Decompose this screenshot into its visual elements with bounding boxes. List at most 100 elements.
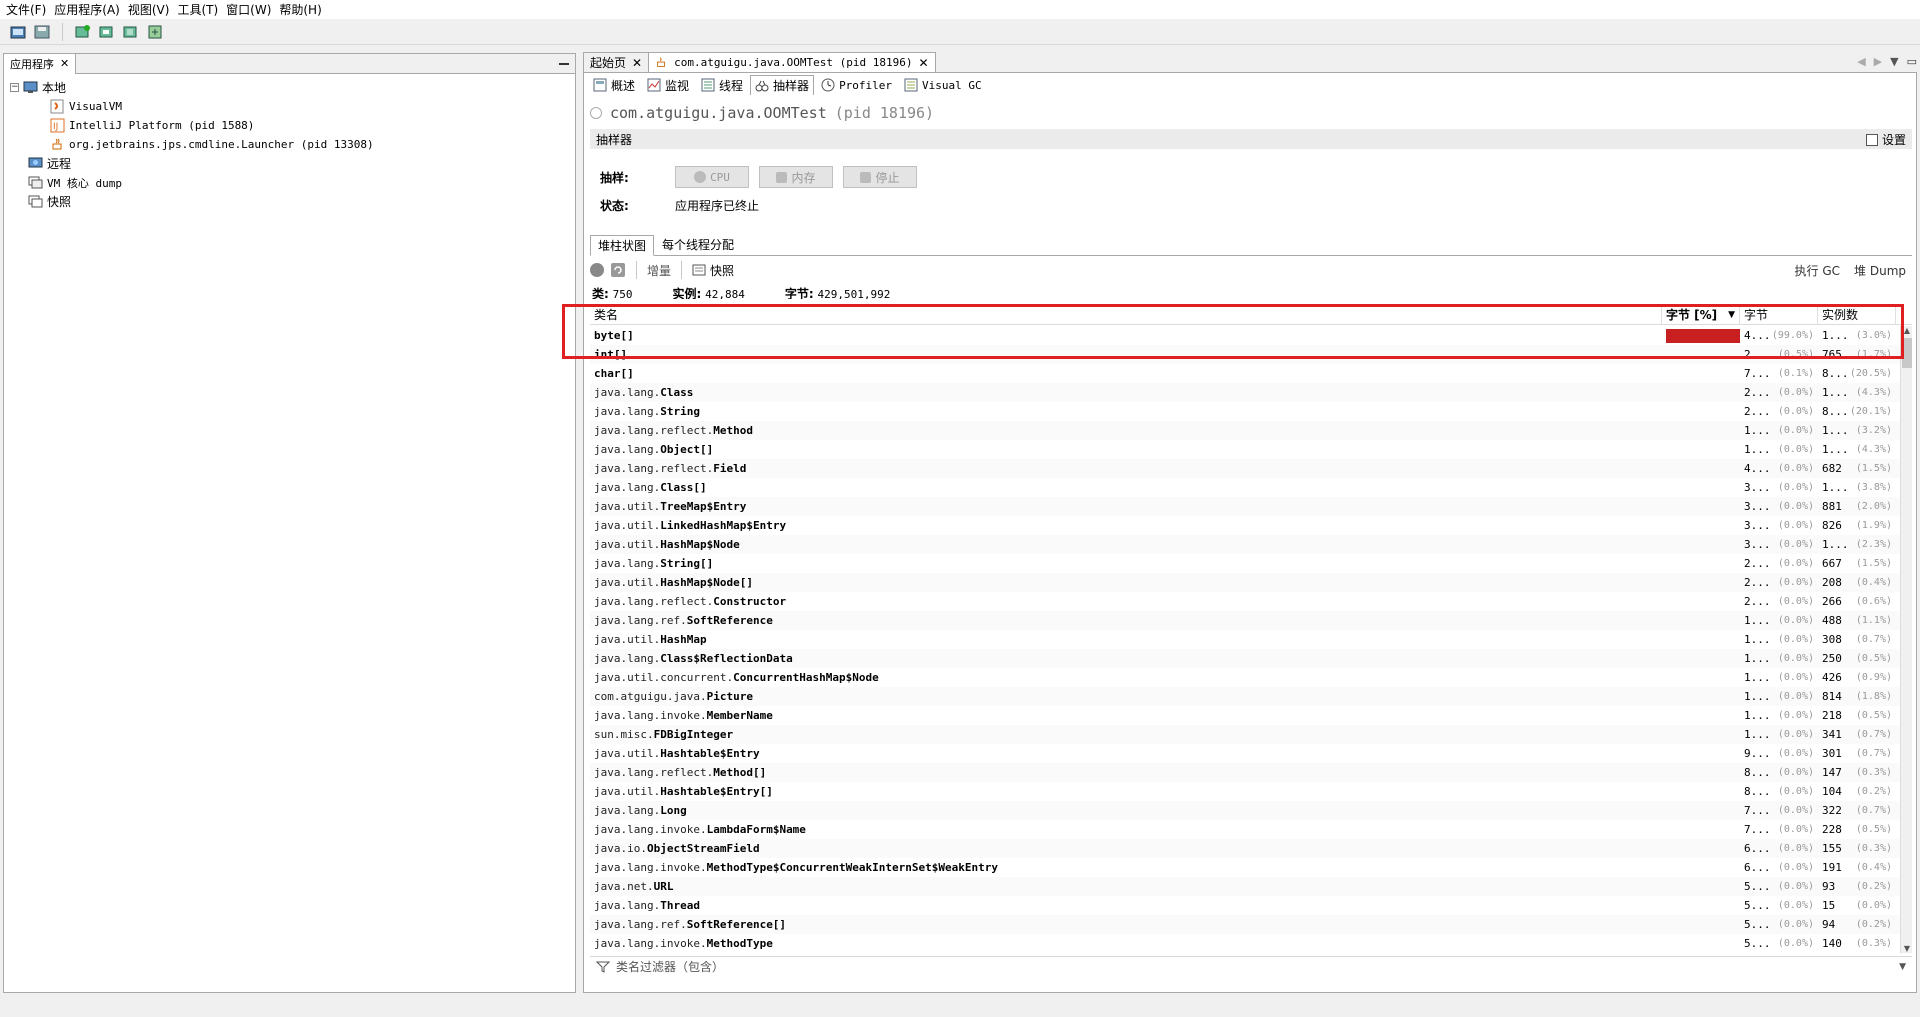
- add-jmx-button[interactable]: [73, 22, 93, 42]
- tree-node-core-dump[interactable]: VM 核心 dump: [10, 173, 575, 192]
- table-row[interactable]: java.lang. String 2... (0.0%) 8... (20.1%): [590, 402, 1900, 421]
- table-row[interactable]: java.net. URL 5... (0.0%) 93 (0.2%): [590, 877, 1900, 896]
- add-snapshot-button[interactable]: [145, 22, 165, 42]
- tree-node-visualvm[interactable]: VisualVM: [10, 97, 575, 116]
- menu-file[interactable]: 文件(F): [4, 1, 52, 18]
- load-file-button[interactable]: [8, 22, 28, 42]
- perform-gc-button[interactable]: 执行 GC: [1795, 262, 1841, 279]
- cpu-sample-button[interactable]: CPU: [675, 166, 749, 188]
- table-row[interactable]: com.atguigu.java. Picture 1... (0.0%) 814 (1.…: [590, 687, 1900, 706]
- tree-node-jps-launcher[interactable]: org.jetbrains.jps.cmdline.Launcher (pid …: [10, 135, 575, 154]
- tab-start-page[interactable]: 起始页 ✕: [583, 52, 650, 72]
- instances-cell: 8... (20.1%): [1822, 405, 1892, 418]
- table-row[interactable]: java.lang.reflect. Method[] 8... (0.0%) 147(…: [590, 763, 1900, 782]
- table-row[interactable]: java.util. TreeMap$Entry 3... (0.0%) 881 (2.0…: [590, 497, 1900, 516]
- table-row[interactable]: java.util. HashMap$Node[] 2... (0.0%) 208 (0.…: [590, 573, 1900, 592]
- refresh-icon[interactable]: [610, 262, 626, 278]
- table-row[interactable]: sun.misc. FDBigInteger 1... (0.0%) 341 (0.7%): [590, 725, 1900, 744]
- column-bytes-pct[interactable]: 字节 [%] ▼: [1662, 305, 1740, 324]
- bytes-cell: 8... (0.0%): [1744, 785, 1814, 798]
- table-row[interactable]: java.lang. String[] 2... (0.0%) 667 (1.5%): [590, 554, 1900, 573]
- tab-oomtest[interactable]: com.atguigu.java.OOMTest (pid 18196) ✕: [648, 52, 936, 72]
- tree-node-intellij[interactable]: IJ IntelliJ Platform (pid 1588): [10, 116, 575, 135]
- tab-heap-histogram[interactable]: 堆柱状图: [590, 235, 655, 256]
- table-row[interactable]: java.util. Hashtable$Entry 9... (0.0%) 301 (0…: [590, 744, 1900, 763]
- menu-help[interactable]: 帮助(H): [277, 1, 327, 18]
- close-icon[interactable]: ✕: [919, 56, 929, 70]
- table-row[interactable]: java.lang.reflect. Field 4... (0.0%) 682 (1.5…: [590, 459, 1900, 478]
- table-row[interactable]: java.lang. Object[] 1... (0.0%) 1... (4.3%): [590, 440, 1900, 459]
- table-row[interactable]: byte[] 4... (99.0%) 1... (3.0%): [590, 326, 1900, 345]
- tree-node-snapshots[interactable]: 快照: [10, 192, 575, 211]
- pause-icon[interactable]: [590, 263, 604, 277]
- tab-profiler[interactable]: Profiler: [816, 75, 897, 95]
- tab-visual-gc[interactable]: Visual GC: [899, 75, 987, 95]
- table-row[interactable]: java.lang.invoke. MethodType 5... (0.0%) 140…: [590, 934, 1900, 953]
- snapshot-button[interactable]: 快照: [692, 262, 734, 279]
- table-row[interactable]: java.lang.reflect. Constructor 2... (0.0%) 2…: [590, 592, 1900, 611]
- tab-list-icon[interactable]: ▼: [1890, 55, 1898, 68]
- tree-node-remote[interactable]: 远程: [10, 154, 575, 173]
- table-row[interactable]: java.lang. Thread 5... (0.0%) 15 (0.0%): [590, 896, 1900, 915]
- stop-button[interactable]: 停止: [843, 166, 917, 188]
- column-bytes[interactable]: 字节: [1740, 305, 1818, 324]
- tab-per-thread-allocations[interactable]: 每个线程分配: [654, 234, 742, 255]
- add-thread-dump-button[interactable]: [121, 22, 141, 42]
- column-instances[interactable]: 实例数: [1818, 305, 1896, 324]
- table-row[interactable]: java.io. ObjectStreamField 6... (0.0%) 155 (0…: [590, 839, 1900, 858]
- collapse-icon[interactable]: −: [10, 83, 19, 92]
- table-row[interactable]: java.lang.ref. SoftReference[] 5... (0.0%) 9…: [590, 915, 1900, 934]
- tab-applications[interactable]: 应用程序 ✕: [4, 53, 77, 74]
- class-filter-bar[interactable]: 类名过滤器（包含） ▼: [590, 956, 1912, 976]
- table-row[interactable]: java.lang. Class$ReflectionData 1... (0.0%)…: [590, 649, 1900, 668]
- scroll-down-icon[interactable]: ▼: [1899, 962, 1912, 972]
- table-row[interactable]: char[] 7... (0.1%) 8... (20.5%): [590, 364, 1900, 383]
- tab-overview[interactable]: 概述: [588, 75, 640, 95]
- table-row[interactable]: java.util. HashMap 1... (0.0%) 308 (0.7%): [590, 630, 1900, 649]
- table-row[interactable]: java.lang. Class[] 3... (0.0%) 1... (3.8%): [590, 478, 1900, 497]
- table-row[interactable]: java.lang. Class 2... (0.0%) 1... (4.3%): [590, 383, 1900, 402]
- table-row[interactable]: java.util. HashMap$Node 3... (0.0%) 1... (2.3…: [590, 535, 1900, 554]
- bytes-pct-cell: [1662, 877, 1740, 896]
- vertical-scrollbar[interactable]: ▲ ▼: [1900, 326, 1912, 953]
- class-filter-input[interactable]: 类名过滤器（包含）: [616, 958, 724, 975]
- menu-tools[interactable]: 工具(T): [175, 1, 224, 18]
- minimize-icon[interactable]: [559, 62, 569, 65]
- profiler-icon: [821, 78, 835, 92]
- class-name-cell: java.util. Hashtable$Entry: [594, 747, 760, 760]
- scroll-down-icon[interactable]: ▼: [1902, 944, 1912, 953]
- scroll-up-icon[interactable]: ▲: [1902, 326, 1912, 335]
- scroll-left-icon[interactable]: ◀: [1857, 55, 1865, 68]
- tree-node-local[interactable]: − 本地: [10, 78, 575, 97]
- add-heap-dump-button[interactable]: [97, 22, 117, 42]
- bytes-pct-cell: [1662, 345, 1740, 364]
- scroll-thumb[interactable]: [1902, 338, 1912, 368]
- table-row[interactable]: java.util.concurrent. ConcurrentHashMap$N…: [590, 668, 1900, 687]
- table-row[interactable]: java.util. Hashtable$Entry[] 8... (0.0%) 104…: [590, 782, 1900, 801]
- menu-view[interactable]: 视图(V): [126, 1, 176, 18]
- settings-checkbox[interactable]: 设置: [1865, 131, 1906, 148]
- table-row[interactable]: java.lang.reflect. Method 1... (0.0%) 1... (3…: [590, 421, 1900, 440]
- table-row[interactable]: java.lang.ref. SoftReference 1... (0.0%) 488…: [590, 611, 1900, 630]
- tab-sampler[interactable]: 抽样器: [750, 75, 815, 95]
- minimize-icon[interactable]: ▭: [1907, 55, 1917, 68]
- close-icon[interactable]: ✕: [632, 56, 642, 70]
- column-class-name[interactable]: 类名: [590, 305, 1662, 324]
- menu-window[interactable]: 窗口(W): [224, 1, 277, 18]
- heap-dump-button[interactable]: 堆 Dump: [1854, 262, 1906, 279]
- scroll-right-icon[interactable]: ▶: [1874, 55, 1882, 68]
- table-row[interactable]: java.lang. Long 7... (0.0%) 322 (0.7%): [590, 801, 1900, 820]
- memory-sample-button[interactable]: 内存: [759, 166, 833, 188]
- table-row[interactable]: java.lang.invoke. MemberName 1... (0.0%) 218…: [590, 706, 1900, 725]
- delta-button[interactable]: 增量: [647, 262, 671, 279]
- tab-monitor[interactable]: 监视: [642, 75, 694, 95]
- save-button[interactable]: [32, 22, 52, 42]
- close-icon[interactable]: ✕: [60, 57, 69, 70]
- menu-application[interactable]: 应用程序(A): [52, 1, 126, 18]
- class-name-cell: java.lang. String: [594, 405, 700, 418]
- table-row[interactable]: java.util. LinkedHashMap$Entry 3... (0.0%) 8…: [590, 516, 1900, 535]
- tab-threads[interactable]: 线程: [696, 75, 748, 95]
- table-row[interactable]: int[] 2... (0.5%) 765 (1.7%): [590, 345, 1900, 364]
- table-row[interactable]: java.lang.invoke. LambdaForm$Name 7... (0.0…: [590, 820, 1900, 839]
- table-row[interactable]: java.lang.invoke. MethodType$ConcurrentWe…: [590, 858, 1900, 877]
